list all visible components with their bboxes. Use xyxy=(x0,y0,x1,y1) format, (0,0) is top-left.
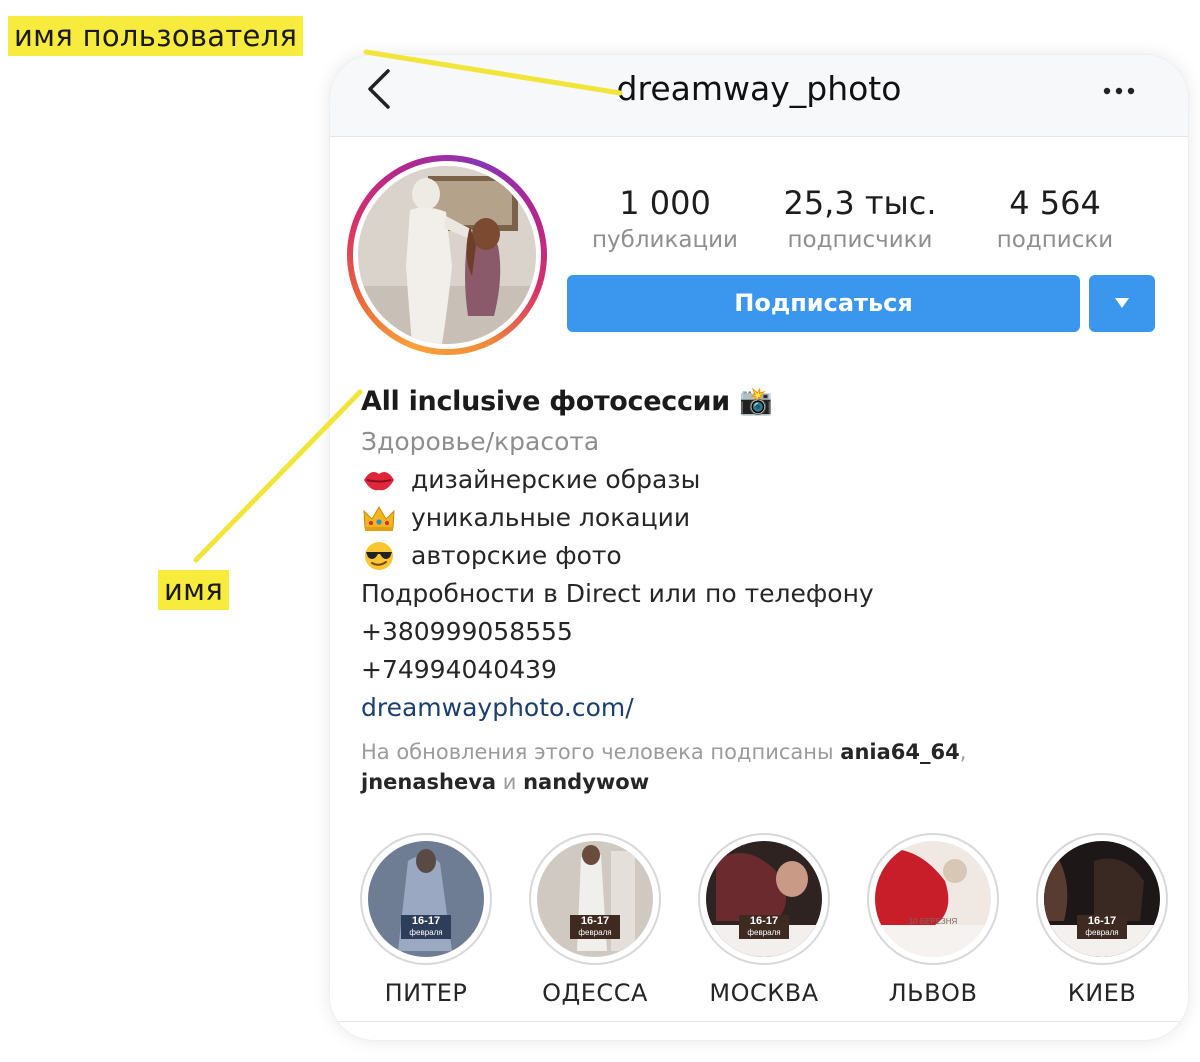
highlight-label: МОСКВА xyxy=(709,979,819,1007)
highlight-month: февраля xyxy=(1085,928,1119,937)
highlight-photo xyxy=(706,841,822,957)
profile-username: dreamway_photo xyxy=(616,69,902,108)
follower-username[interactable]: ania64_64 xyxy=(840,740,959,764)
highlight-photo xyxy=(537,841,653,957)
bio-line-text: авторские фото xyxy=(411,541,622,570)
annotation-name-label: имя xyxy=(158,570,230,610)
follow-button[interactable]: Подписаться xyxy=(567,275,1080,332)
highlight-date: 10 БЕРЕЗНЯ xyxy=(908,917,958,926)
highlight-date: 16-17 xyxy=(1087,915,1117,927)
avatar-story-ring[interactable] xyxy=(347,155,547,355)
bio-line-text: дизайнерские образы xyxy=(411,465,701,494)
highlight-moskva[interactable]: 16-17 февраля МОСКВА xyxy=(694,833,834,1007)
highlight-photo xyxy=(875,841,991,957)
crown-icon xyxy=(363,506,395,531)
more-options-button[interactable] xyxy=(1100,77,1140,105)
separator-comma: , xyxy=(959,740,967,764)
follower-username[interactable]: jnenasheva xyxy=(361,770,496,794)
highlight-cover-image: 10 БЕРЕЗНЯ xyxy=(875,841,991,957)
highlight-date: 16-17 xyxy=(580,915,610,927)
separator-and: и xyxy=(502,770,517,794)
followers-count: 25,3 тыс. xyxy=(783,184,937,222)
bio-website-link[interactable]: dreamwayphoto.com/ xyxy=(361,689,634,727)
profile-display-name: All inclusive фотосессии 📸 xyxy=(361,386,773,417)
highlight-cover-ring: 16-17 февраля xyxy=(1036,833,1168,965)
highlight-cover-ring: 10 БЕРЕЗНЯ xyxy=(867,833,999,965)
bio-line-text: уникальные локации xyxy=(411,503,691,532)
highlight-month: февраля xyxy=(747,928,781,937)
highlight-photo xyxy=(368,841,484,957)
highlight-lvov[interactable]: 10 БЕРЕЗНЯ ЛЬВОВ xyxy=(863,833,1003,1007)
top-nav-bar: dreamway_photo xyxy=(330,55,1188,137)
bio-line: дизайнерские образы xyxy=(361,461,1141,499)
suggestions-dropdown-button[interactable] xyxy=(1089,275,1155,332)
profile-screen: dreamway_photo 1 000 публикации 25,3 тыс… xyxy=(330,55,1188,1040)
highlight-date: 16-17 xyxy=(749,915,779,927)
bio-details: Подробности в Direct или по телефону xyxy=(361,579,874,608)
followers-label: подписчики xyxy=(787,227,933,253)
avatar xyxy=(358,166,536,344)
highlight-month: февраля xyxy=(409,928,443,937)
profile-category: Здоровье/красота xyxy=(361,427,600,456)
profile-bio: All inclusive фотосессии 📸 Здоровье/крас… xyxy=(361,383,1141,797)
highlight-cover-ring: 16-17 февраля xyxy=(529,833,661,965)
bio-phone-2[interactable]: +74994040439 xyxy=(361,651,1141,689)
highlight-kiev[interactable]: 16-17 февраля КИЕВ xyxy=(1032,833,1172,1007)
highlight-cover-image: 16-17 февраля xyxy=(706,841,822,957)
kiss-icon xyxy=(364,472,394,491)
highlight-label: КИЕВ xyxy=(1067,979,1137,1007)
triangle-down-icon xyxy=(1115,298,1129,308)
bio-phone-1[interactable]: +380999058555 xyxy=(361,613,1141,651)
avatar-photo xyxy=(358,166,536,344)
highlight-cover-image: 16-17 февраля xyxy=(537,841,653,957)
stat-followers[interactable]: 25,3 тыс. подписчики xyxy=(775,183,945,257)
highlight-cover-image: 16-17 февраля xyxy=(1044,841,1160,957)
followed-by-prefix: На обновления этого человека подписаны xyxy=(361,740,834,764)
highlight-label: ОДЕССА xyxy=(542,979,648,1007)
highlight-cover-ring: 16-17 февраля xyxy=(360,833,492,965)
stat-posts[interactable]: 1 000 публикации xyxy=(580,183,750,257)
posts-label: публикации xyxy=(591,227,739,253)
sunglasses-face-icon xyxy=(365,542,393,570)
divider xyxy=(330,1021,1188,1022)
highlight-month: февраля xyxy=(578,928,612,937)
annotation-username-label: имя пользователя xyxy=(8,16,304,56)
highlight-piter[interactable]: 16-17 февраля ПИТЕР xyxy=(356,833,496,1007)
bio-line: уникальные локации xyxy=(361,499,1141,537)
highlight-label: ЛЬВОВ xyxy=(888,979,978,1007)
highlight-date: 16-17 xyxy=(411,915,441,927)
bio-line: авторские фото xyxy=(361,537,1141,575)
followed-by-text[interactable]: На обновления этого человека подписаны a… xyxy=(361,737,1081,797)
highlight-cover-image: 16-17 февраля xyxy=(368,841,484,957)
highlight-cover-ring: 16-17 февраля xyxy=(698,833,830,965)
following-label: подписки xyxy=(996,227,1114,253)
highlight-photo xyxy=(1044,841,1160,957)
follower-username[interactable]: nandywow xyxy=(523,770,649,794)
following-count: 4 564 xyxy=(1009,184,1101,222)
posts-count: 1 000 xyxy=(619,184,711,222)
highlight-odessa[interactable]: 16-17 февраля ОДЕССА xyxy=(525,833,665,1007)
highlight-label: ПИТЕР xyxy=(384,979,468,1007)
more-dots-icon xyxy=(1103,87,1135,95)
stat-following[interactable]: 4 564 подписки xyxy=(980,183,1130,257)
